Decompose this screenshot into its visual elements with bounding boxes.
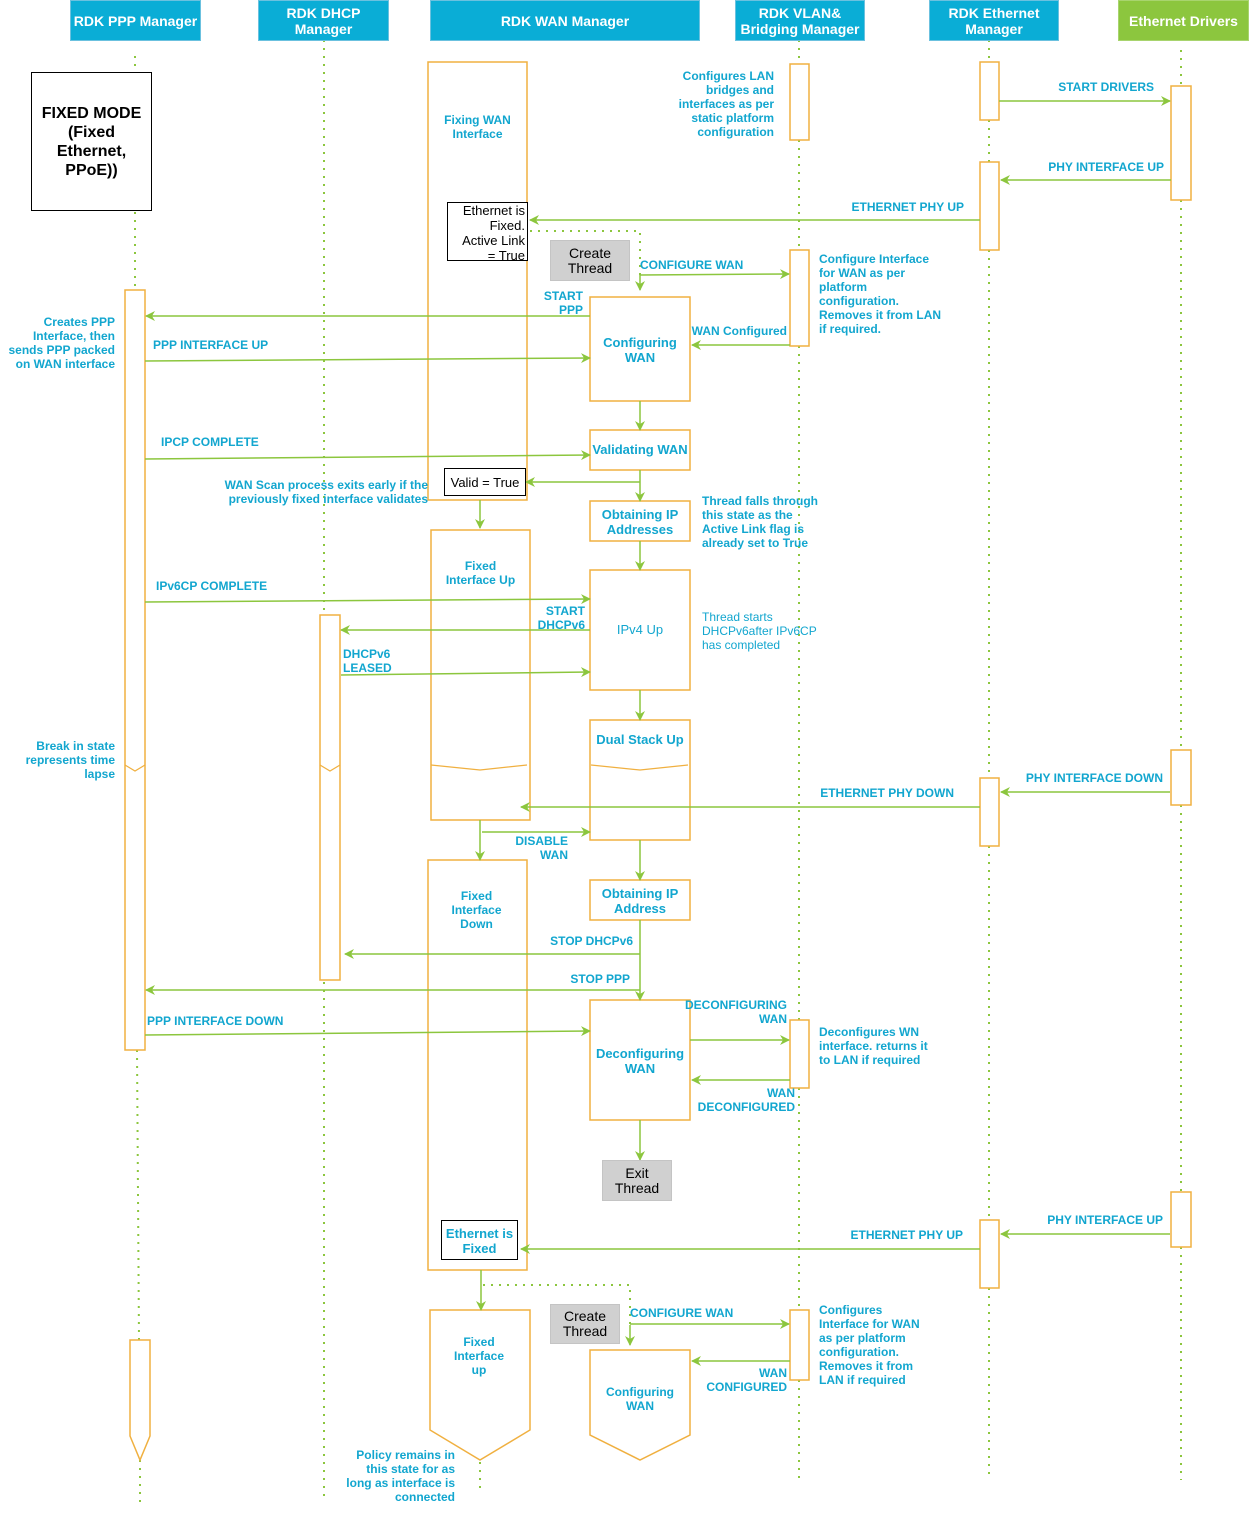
activation-vlan-1 [789, 63, 810, 141]
note-configures-interface-2: Configures Interface for WAN as per plat… [819, 1303, 920, 1387]
policy-state-fixed-up-label: Fixed Interface Up [445, 559, 516, 587]
lane-header-ppp-manager: RDK PPP Manager [70, 0, 201, 41]
activation-dhcp [319, 614, 341, 981]
ppp-terminal-shape [129, 1339, 151, 1462]
policy-state-fixed-up-2 [429, 1309, 531, 1461]
message-wan-configured: WAN Configured [691, 324, 787, 338]
thread-state-obtaining-ip-address-label: Obtaining IP Address [601, 886, 679, 916]
message-dhcpv6-leased: DHCPv6 LEASED [343, 647, 392, 675]
thread-state-configuring-wan-label: Configuring WAN [603, 335, 677, 365]
thread-state-obtaining-ip-addresses-label: Obtaining IP Addresses [601, 507, 679, 537]
note-thread-starts-dhcpv6: Thread starts DHCPv6after IPv6CP has com… [702, 610, 817, 652]
message-ipv6cp-complete: IPv6CP COMPLETE [156, 579, 268, 593]
message-configure-wan: CONFIGURE WAN [640, 258, 744, 272]
note-thread-falls-through: Thread falls through this state as the A… [702, 494, 819, 550]
arrow-configure-wan [639, 269, 790, 280]
message-ipcp-complete: IPCP COMPLETE [161, 435, 259, 449]
note-break-in-state: Break in state represents time lapse [25, 739, 115, 781]
exit-thread-box: Exit Thread [602, 1160, 672, 1201]
lane-header-ethernet-drivers: Ethernet Drivers [1118, 0, 1249, 41]
lane-header-ethernet-manager: RDK Ethernet Manager [929, 0, 1059, 41]
note-configures-lan: Configures LAN bridges and interfaces as… [678, 69, 774, 139]
activation-eth-1 [979, 61, 1000, 121]
thread-state-ipv4-up-label: IPv4 Up [616, 622, 664, 637]
sequence-diagram-canvas [124, 40, 1192, 1505]
lifeline-ppp [136, 1049, 140, 1341]
message-phy-interface-up-2: PHY INTERFACE UP [1047, 1213, 1163, 1227]
activation-drv-1 [1170, 85, 1192, 201]
message-deconfiguring-wan: DECONFIGURING WAN [685, 998, 787, 1026]
policy-state-fixed-up-2-label: Fixed Interface up [453, 1335, 505, 1377]
message-start-dhcpv6: START DHCPv6 [537, 604, 585, 632]
message-stop-dhcpv6: STOP DHCPv6 [550, 934, 633, 948]
thread-state-configuring-wan-2-label: Configuring WAN [606, 1385, 674, 1413]
message-ethernet-phy-up: ETHERNET PHY UP [851, 200, 964, 214]
activation-vlan-2 [789, 249, 810, 347]
note-wan-scan: WAN Scan process exits early if the prev… [224, 478, 428, 506]
thread-state-validating-wan-label: Validating WAN [592, 442, 688, 457]
create-thread-box-1: Create Thread [550, 240, 630, 281]
activation-eth-4 [979, 1219, 1000, 1289]
note-deconfigures: Deconfigures WN interface. returns it to… [819, 1025, 928, 1067]
activation-drv-2 [1170, 749, 1192, 806]
message-disable-wan: DISABLE WAN [515, 834, 568, 862]
ethernet-fixed-active-link-box: Ethernet is Fixed. Active Link = True [447, 202, 528, 263]
ethernet-fixed-box: Ethernet is Fixed [441, 1220, 518, 1260]
note-policy-remains: Policy remains in this state for as long… [346, 1448, 455, 1504]
thread-state-dual-stack-up-label: Dual Stack Up [596, 732, 684, 747]
activation-ppp [124, 289, 146, 1051]
activation-vlan-4 [789, 1309, 810, 1381]
message-ppp-interface-down: PPP INTERFACE DOWN [147, 1014, 284, 1028]
valid-true-box: Valid = True [444, 468, 526, 496]
activation-eth-2 [979, 161, 1000, 251]
message-ethernet-phy-down: ETHERNET PHY DOWN [820, 786, 954, 800]
lane-header-dhcp-manager: RDK DHCP Manager [258, 0, 389, 41]
note-configure-interface: Configure Interface for WAN as per platf… [819, 252, 942, 336]
message-configure-wan-2: CONFIGURE WAN [630, 1306, 734, 1320]
note-creates-ppp: Creates PPP Interface, then sends PPP pa… [8, 315, 116, 371]
activation-vlan-3 [789, 1019, 810, 1089]
message-stop-ppp: STOP PPP [570, 972, 630, 986]
message-ethernet-phy-up-2: ETHERNET PHY UP [850, 1228, 963, 1242]
policy-state-fixing-wan-label: Fixing WAN Interface [444, 113, 511, 141]
fixed-mode-box: FIXED MODE (Fixed Ethernet, PPoE)) [31, 72, 152, 211]
message-start-ppp: START PPP [543, 289, 583, 317]
create-thread-box-2: Create Thread [550, 1304, 620, 1344]
message-wan-deconfigured: WAN DECONFIGURED [697, 1086, 795, 1114]
message-phy-interface-down: PHY INTERFACE DOWN [1025, 771, 1163, 785]
message-wan-configured-2: WAN CONFIGURED [706, 1366, 787, 1394]
lane-header-wan-manager: RDK WAN Manager [430, 0, 700, 41]
message-start-drivers: START DRIVERS [1058, 80, 1154, 94]
message-ppp-interface-up: PPP INTERFACE UP [153, 338, 269, 352]
policy-state-fixed-down-label: Fixed Interface Down [451, 889, 502, 931]
activation-drv-3 [1170, 1191, 1192, 1248]
lane-header-vlan-bridging-manager: RDK VLAN& Bridging Manager [735, 0, 865, 41]
activation-eth-3 [979, 777, 1000, 847]
thread-state-deconfiguring-wan-label: Deconfiguring WAN [595, 1046, 685, 1076]
message-phy-interface-up: PHY INTERFACE UP [1048, 160, 1164, 174]
